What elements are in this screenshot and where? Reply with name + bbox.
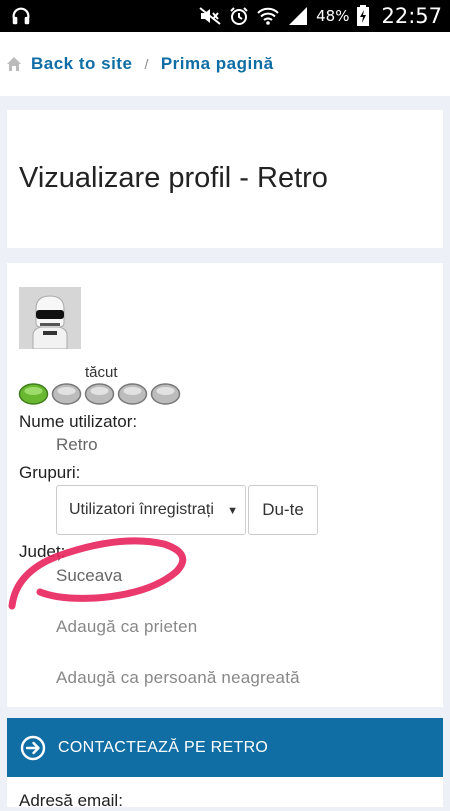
rank-star-icon [84, 383, 115, 405]
rank-label: tăcut [85, 364, 118, 381]
home-page-link[interactable]: Prima pagină [161, 54, 274, 74]
rank-star-icon [117, 383, 148, 405]
mute-icon [199, 7, 221, 25]
status-bar: 48% 22:57 [0, 0, 450, 32]
county-label: Județ: [19, 542, 66, 561]
title-card: Vizualizare profil - Retro [7, 110, 443, 248]
headset-icon [12, 7, 30, 25]
battery-percent: 48% [316, 7, 350, 25]
add-ignore-link[interactable]: Adaugă ca persoană neagreată [56, 668, 300, 688]
go-button[interactable]: Du-te [248, 485, 318, 535]
alarm-icon [230, 7, 248, 25]
profile-card: tăcut Nume utilizator: Retro Grupuri: Ut… [7, 263, 443, 707]
rank-star-icon [51, 383, 82, 405]
avatar [19, 287, 81, 349]
rank-stars [18, 383, 181, 405]
battery-charging-icon [357, 5, 370, 26]
page-title: Vizualizare profil - Retro [19, 162, 328, 194]
dropdown-arrow-icon: ▼ [227, 505, 238, 517]
breadcrumb: Back to site / Prima pagină [0, 32, 450, 96]
rank-star-icon [150, 383, 181, 405]
back-to-site-link[interactable]: Back to site [31, 54, 132, 74]
rank-star-icon [18, 383, 49, 405]
username-label: Nume utilizator: [19, 412, 138, 431]
home-icon [7, 57, 21, 71]
email-card: Adresă email: [7, 777, 443, 810]
wifi-icon [257, 7, 279, 25]
signal-icon [289, 7, 308, 25]
arrow-right-circle-icon [20, 735, 46, 760]
county-value: Suceava [56, 566, 123, 585]
contact-label: CONTACTEAZĂ PE RETRO [58, 738, 269, 756]
clock: 22:57 [381, 4, 442, 28]
contact-button[interactable]: CONTACTEAZĂ PE RETRO [7, 718, 443, 777]
username-value: Retro [56, 435, 98, 454]
robot-avatar-image [19, 287, 81, 349]
groups-label: Grupuri: [19, 463, 81, 482]
groups-select[interactable]: Utilizatori înregistrați ▼ [56, 485, 246, 535]
groups-select-value: Utilizatori înregistrați [69, 501, 214, 518]
add-friend-link[interactable]: Adaugă ca prieten [56, 617, 197, 637]
email-label: Adresă email: [19, 791, 123, 810]
breadcrumb-separator: / [144, 56, 149, 72]
